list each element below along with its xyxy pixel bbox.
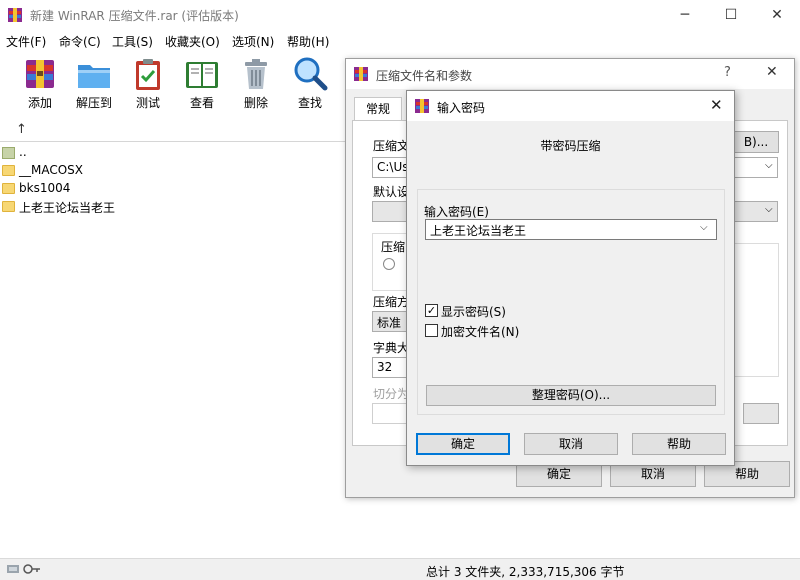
organize-passwords-button[interactable]: 整理密码(O)... — [426, 385, 716, 406]
checkbox-box: ✓ — [425, 304, 438, 317]
folder-icon — [2, 165, 15, 176]
view-button[interactable]: 查看 — [174, 50, 230, 116]
chevron-down-icon: ⌵ — [765, 160, 773, 171]
file-list: .. __MACOSX bks1004 上老王论坛当老王 — [0, 142, 345, 556]
close-button[interactable]: ✕ — [754, 0, 800, 30]
password-label: 输入密码(E) — [424, 205, 489, 219]
find-label: 查找 — [297, 96, 322, 110]
file-name: __MACOSX — [19, 163, 84, 177]
password-dialog: 输入密码 ✕ 带密码压缩 输入密码(E) 上老王论坛当老王 ⌵ ✓ 显示密码(S… — [406, 90, 735, 466]
encrypt-filenames-label: 加密文件名(N) — [441, 325, 520, 339]
parent-folder-icon — [2, 147, 15, 159]
drive-key-icon[interactable] — [6, 562, 42, 576]
dialog-title: 压缩文件名和参数 — [376, 69, 473, 83]
extract-to-button[interactable]: 解压到 — [66, 50, 122, 116]
view-label: 查看 — [189, 96, 214, 110]
check-icon: ✓ — [426, 304, 437, 317]
extract-to-label: 解压到 — [75, 96, 112, 110]
status-bar: 总计 3 文件夹, 2,333,715,306 字节 — [0, 558, 800, 580]
chevron-down-icon: ⌵ — [765, 204, 773, 215]
help-icon[interactable]: ? — [724, 65, 731, 80]
dialog-title: 输入密码 — [437, 101, 486, 115]
help-button[interactable]: 帮助 — [632, 433, 726, 455]
window-title: 新建 WinRAR 压缩文件.rar (评估版本) — [30, 9, 239, 23]
menu-bar: 文件(F) 命令(C) 工具(S) 收藏夹(O) 选项(N) 帮助(H) — [0, 30, 800, 50]
set-password-button[interactable] — [743, 403, 779, 424]
folder-icon — [2, 183, 15, 194]
menu-options[interactable]: 选项(N) — [232, 33, 274, 50]
menu-favorites[interactable]: 收藏夹(O) — [165, 33, 220, 50]
file-name: .. — [19, 145, 27, 159]
split-label: 切分为 — [373, 387, 410, 401]
method-value: 标准 — [377, 316, 402, 330]
dictionary-value: 32 — [377, 360, 393, 374]
format-radio[interactable] — [383, 258, 395, 270]
path-bar: ↑ — [0, 118, 345, 142]
test-label: 测试 — [135, 96, 160, 110]
chevron-down-icon[interactable]: ⌵ — [700, 222, 708, 233]
cancel-button[interactable]: 取消 — [524, 433, 618, 455]
folder-icon — [2, 201, 15, 212]
delete-label: 删除 — [243, 96, 268, 110]
winrar-app-icon — [354, 67, 368, 81]
delete-trash-icon — [245, 59, 267, 89]
menu-tools[interactable]: 工具(S) — [112, 33, 153, 50]
find-button[interactable]: 查找 — [282, 50, 338, 116]
add-archive-icon — [26, 60, 54, 88]
method-label: 压缩方 — [373, 295, 410, 309]
show-password-label: 显示密码(S) — [441, 305, 506, 319]
up-arrow-icon[interactable]: ↑ — [16, 122, 27, 137]
maximize-button[interactable]: ☐ — [708, 0, 754, 30]
dictionary-label: 字典大 — [373, 341, 410, 355]
extract-folder-icon — [78, 65, 110, 88]
view-book-icon — [186, 62, 218, 88]
password-input[interactable]: 上老王论坛当老王 ⌵ — [425, 219, 717, 240]
menu-help[interactable]: 帮助(H) — [287, 33, 329, 50]
file-name: 上老王论坛当老王 — [19, 201, 116, 215]
archive-name-label: 压缩文 — [373, 139, 410, 153]
dialog-title-bar: 输入密码 ✕ — [407, 91, 734, 121]
test-clipboard-icon — [136, 59, 160, 90]
add-button[interactable]: 添加 — [12, 50, 68, 116]
find-magnifier-icon — [294, 57, 328, 91]
status-summary: 总计 3 文件夹, 2,333,715,306 字节 — [426, 565, 625, 579]
toolbar: 添加 解压到 测试 查看 删除 查找 — [0, 50, 345, 118]
file-name: bks1004 — [19, 181, 71, 195]
minimize-button[interactable]: ─ — [662, 0, 708, 30]
close-icon[interactable]: ✕ — [766, 64, 778, 80]
profile-label: 默认设 — [373, 185, 410, 199]
add-label: 添加 — [27, 96, 52, 110]
title-bar: 新建 WinRAR 压缩文件.rar (评估版本) ─ ☐ ✕ — [0, 0, 800, 30]
menu-commands[interactable]: 命令(C) — [59, 33, 101, 50]
close-icon[interactable]: ✕ — [710, 96, 723, 114]
winrar-app-icon — [8, 8, 22, 22]
menu-file[interactable]: 文件(F) — [6, 33, 46, 50]
dialog-title-bar: 压缩文件名和参数 ? ✕ — [346, 59, 794, 89]
winrar-app-icon — [415, 99, 429, 113]
dialog-heading: 带密码压缩 — [540, 139, 601, 153]
password-value: 上老王论坛当老王 — [430, 224, 527, 238]
browse-button[interactable]: B)... — [733, 131, 779, 153]
checkbox-box — [425, 324, 438, 337]
tab-general[interactable]: 常规 — [354, 97, 402, 121]
test-button[interactable]: 测试 — [120, 50, 176, 116]
format-group-label: 压缩 — [381, 240, 406, 254]
ok-button[interactable]: 确定 — [416, 433, 510, 455]
delete-button[interactable]: 删除 — [228, 50, 284, 116]
